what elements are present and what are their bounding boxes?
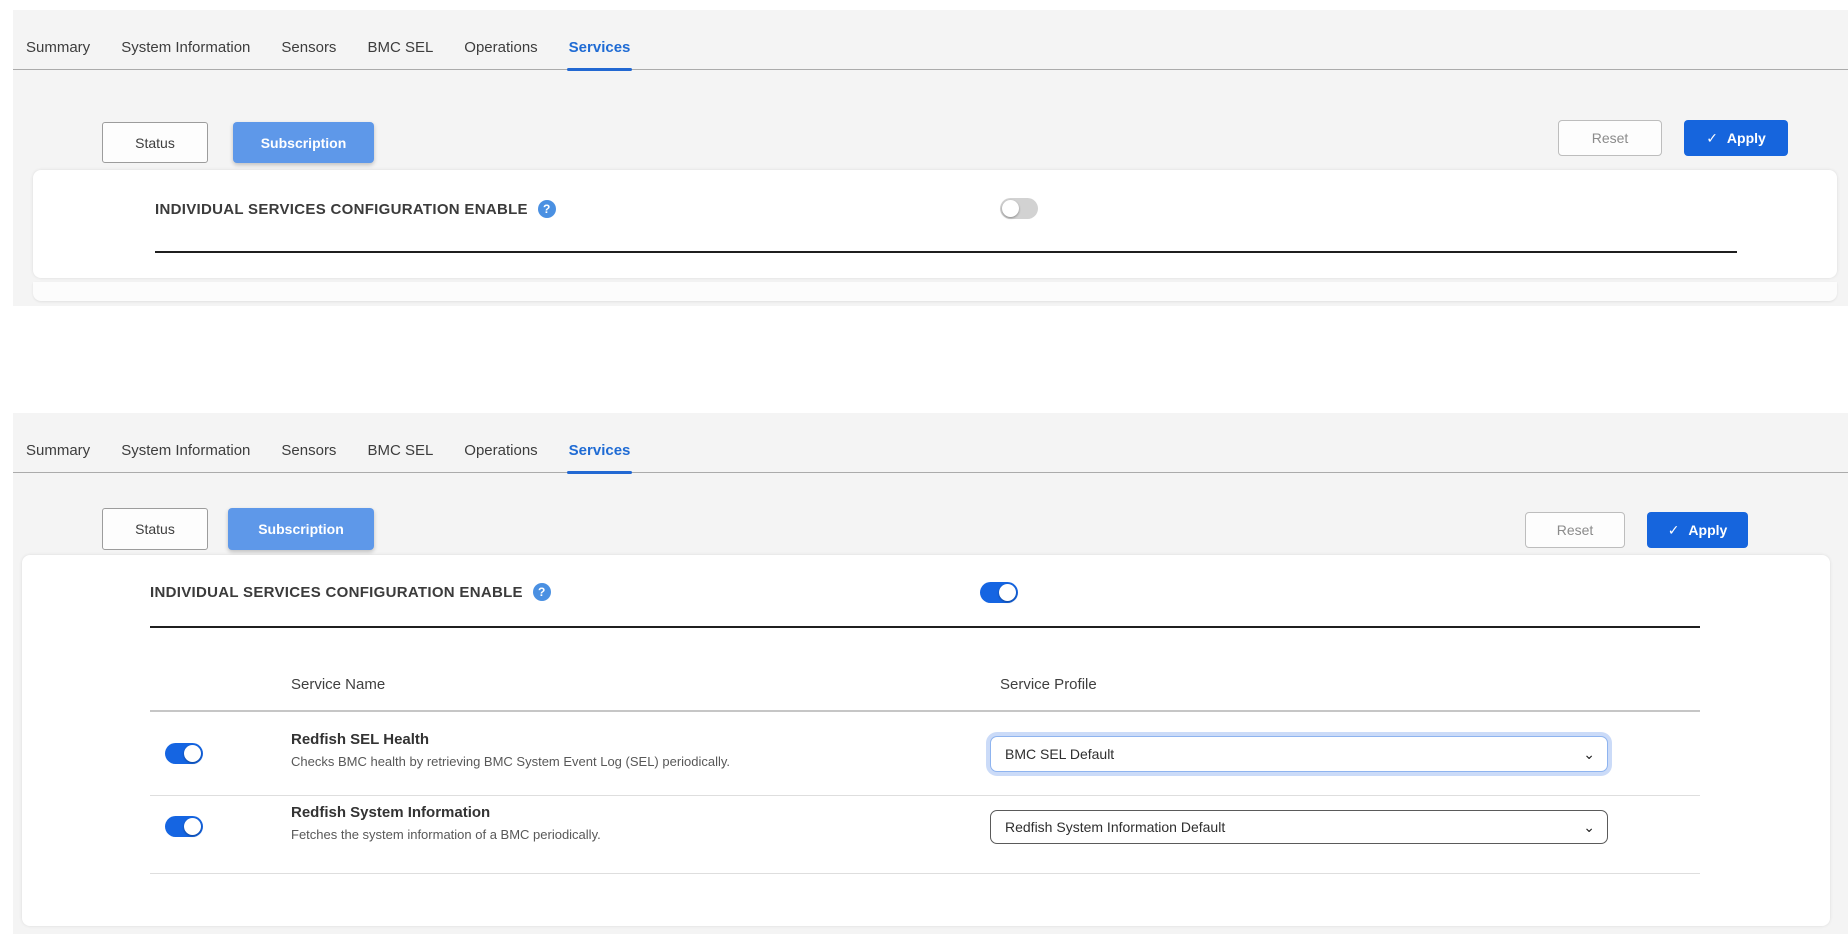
tab-sensors[interactable]: Sensors <box>279 30 338 69</box>
selected-option: Redfish System Information Default <box>1005 819 1225 835</box>
status-button[interactable]: Status <box>102 508 208 550</box>
help-icon[interactable]: ? <box>538 200 556 218</box>
tab-services[interactable]: Services <box>567 30 633 69</box>
toggle-knob <box>999 584 1016 601</box>
config-divider <box>155 251 1737 253</box>
subscription-button[interactable]: Subscription <box>228 508 374 550</box>
selected-option: BMC SEL Default <box>1005 746 1114 762</box>
config-label-text: INDIVIDUAL SERVICES CONFIGURATION ENABLE <box>150 584 523 601</box>
tab-bar: Summary System Information Sensors BMC S… <box>13 30 1848 70</box>
config-divider <box>150 626 1700 628</box>
service-description: Fetches the system information of a BMC … <box>291 827 601 842</box>
subscription-config-card: INDIVIDUAL SERVICES CONFIGURATION ENABLE… <box>33 170 1837 278</box>
tab-system-information[interactable]: System Information <box>119 433 252 472</box>
apply-button[interactable]: ✓ Apply <box>1684 120 1788 156</box>
individual-services-config-toggle[interactable] <box>980 582 1018 603</box>
services-panel-bottom: Summary System Information Sensors BMC S… <box>13 413 1848 934</box>
column-header-service-name: Service Name <box>291 676 385 693</box>
tab-bar: Summary System Information Sensors BMC S… <box>13 433 1848 473</box>
service-name: Redfish SEL Health <box>291 731 429 748</box>
individual-services-config-label: INDIVIDUAL SERVICES CONFIGURATION ENABLE… <box>150 583 551 601</box>
apply-button[interactable]: ✓ Apply <box>1647 512 1748 548</box>
services-panel-top: Summary System Information Sensors BMC S… <box>13 10 1848 306</box>
tab-system-information[interactable]: System Information <box>119 30 252 69</box>
individual-services-config-toggle[interactable] <box>1000 198 1038 219</box>
reset-button[interactable]: Reset <box>1525 512 1625 548</box>
service-enable-toggle[interactable] <box>165 743 203 764</box>
tab-summary[interactable]: Summary <box>24 30 92 69</box>
tab-bmc-sel[interactable]: BMC SEL <box>365 30 435 69</box>
apply-button-label: Apply <box>1688 522 1727 538</box>
check-icon: ✓ <box>1668 522 1680 539</box>
tab-services[interactable]: Services <box>567 433 633 472</box>
subscription-button[interactable]: Subscription <box>233 122 374 163</box>
help-icon[interactable]: ? <box>533 583 551 601</box>
tab-operations[interactable]: Operations <box>462 30 539 69</box>
row-divider <box>150 873 1700 874</box>
tab-sensors[interactable]: Sensors <box>279 433 338 472</box>
service-profile-select[interactable]: BMC SEL Default ⌄ <box>990 736 1608 772</box>
service-profile-select[interactable]: Redfish System Information Default ⌄ <box>990 810 1608 844</box>
tab-operations[interactable]: Operations <box>462 433 539 472</box>
service-name: Redfish System Information <box>291 804 490 821</box>
toggle-knob <box>1002 200 1019 217</box>
toggle-knob <box>184 818 201 835</box>
service-description: Checks BMC health by retrieving BMC Syst… <box>291 754 730 769</box>
service-enable-toggle[interactable] <box>165 816 203 837</box>
chevron-down-icon: ⌄ <box>1583 747 1595 761</box>
row-divider <box>150 795 1700 796</box>
column-header-service-profile: Service Profile <box>1000 676 1097 693</box>
status-button[interactable]: Status <box>102 122 208 163</box>
subscription-config-card: INDIVIDUAL SERVICES CONFIGURATION ENABLE… <box>22 555 1830 926</box>
individual-services-config-label: INDIVIDUAL SERVICES CONFIGURATION ENABLE… <box>155 200 556 218</box>
chevron-down-icon: ⌄ <box>1583 820 1595 834</box>
tab-summary[interactable]: Summary <box>24 433 92 472</box>
config-label-text: INDIVIDUAL SERVICES CONFIGURATION ENABLE <box>155 201 528 218</box>
toggle-knob <box>184 745 201 762</box>
tab-bmc-sel[interactable]: BMC SEL <box>365 433 435 472</box>
apply-button-label: Apply <box>1727 130 1766 146</box>
check-icon: ✓ <box>1706 130 1718 147</box>
reset-button[interactable]: Reset <box>1558 120 1662 156</box>
header-divider <box>150 710 1700 712</box>
card-footer-strip <box>33 282 1837 301</box>
